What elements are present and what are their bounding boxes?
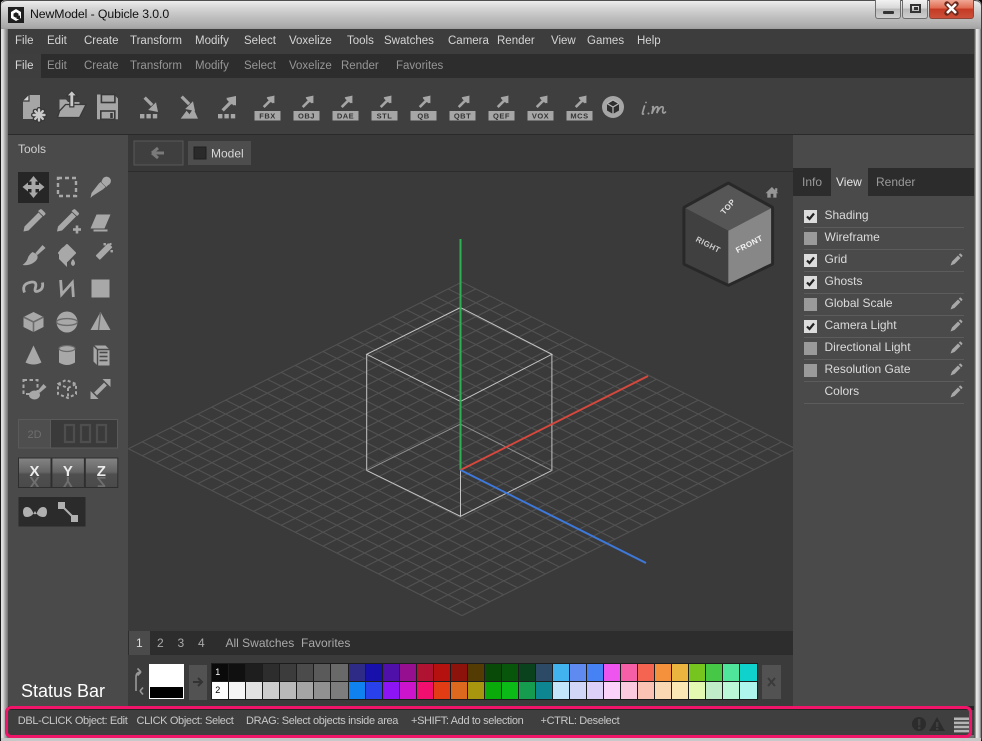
svg-text:QBT: QBT [454, 112, 471, 121]
svg-text:Z: Z [97, 473, 106, 490]
svg-text:Model: Model [211, 147, 244, 161]
svg-text:X: X [29, 473, 39, 490]
svg-text:QEF: QEF [493, 112, 510, 121]
svg-text:FBX: FBX [259, 112, 276, 121]
svg-text:2D: 2D [27, 429, 41, 441]
svg-text:VOX: VOX [532, 112, 549, 121]
svg-text:STL: STL [377, 112, 393, 121]
svg-text:DAE: DAE [337, 112, 354, 121]
svg-text:OBJ: OBJ [298, 112, 315, 121]
svg-text:Y: Y [63, 473, 73, 490]
svg-text:MCS: MCS [570, 112, 588, 121]
svg-text:QB: QB [417, 112, 429, 121]
